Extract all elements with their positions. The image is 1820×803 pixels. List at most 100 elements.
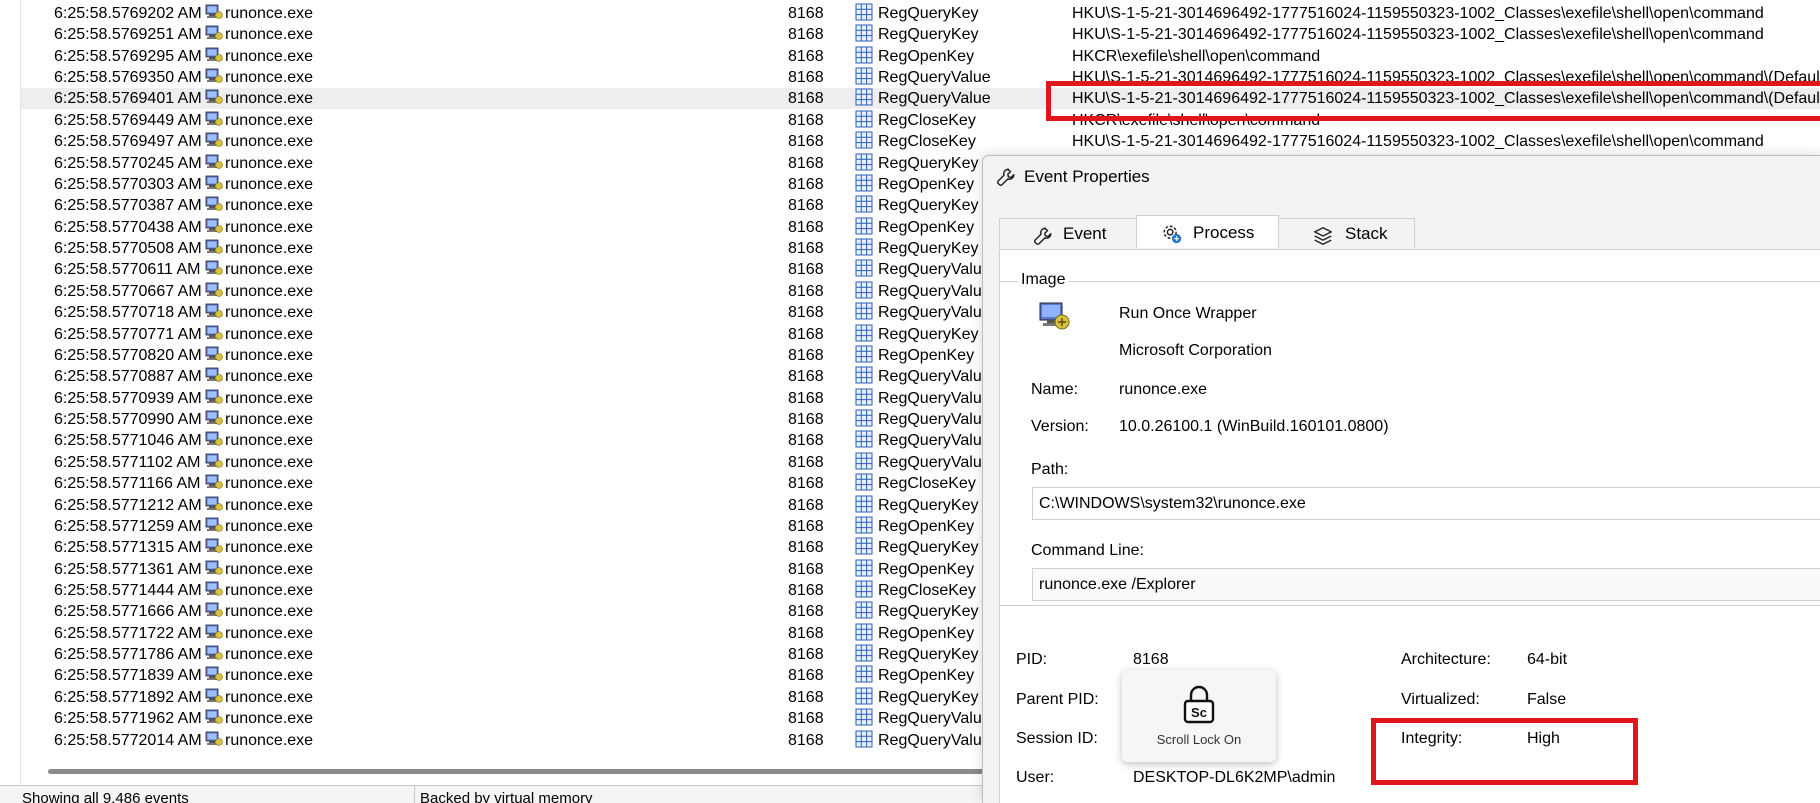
cell-time: 6:25:58.5770939 AM (54, 389, 202, 407)
cell-process-name: runonce.exe (225, 539, 314, 557)
cell-process-name: runonce.exe (225, 624, 314, 642)
cell-path: HKCR\exefile\shell\open\command (1072, 111, 1321, 129)
cell-pid: 8168 (788, 325, 824, 343)
cell-process-name: runonce.exe (225, 389, 314, 407)
cell-process: runonce.exe (205, 302, 505, 323)
horizontal-scrollbar[interactable] (22, 764, 1008, 778)
cell-pid: 8168 (788, 154, 824, 172)
cell-pid: 8168 (788, 175, 824, 193)
cell-operation-name: RegQueryValue (878, 368, 991, 386)
cell-time: 6:25:58.5772014 AM (54, 731, 202, 749)
cell-operation-name: RegOpenKey (878, 218, 975, 236)
scroll-lock-label: Scroll Lock On (1156, 732, 1242, 747)
cell-time: 6:25:58.5770387 AM (54, 197, 202, 215)
cell-process: runonce.exe (205, 452, 505, 473)
cell-time: 6:25:58.5770245 AM (54, 154, 202, 172)
cell-process: runonce.exe (205, 559, 505, 580)
table-row[interactable]: 6:25:58.5769401 AM runonce.exe 8168 RegQuer… (21, 88, 1820, 110)
command-line-field[interactable]: runonce.exe /Explorer (1032, 568, 1820, 601)
cell-pid: 8168 (788, 133, 824, 151)
tab-process[interactable]: Process (1136, 215, 1279, 248)
cell-process: runonce.exe (205, 665, 505, 686)
registry-icon (855, 644, 873, 662)
table-row[interactable]: 6:25:58.5769497 AM runonce.exe 8168 RegClos… (21, 131, 1820, 152)
cell-pid: 8168 (788, 411, 824, 429)
table-row[interactable]: 6:25:58.5769295 AM runonce.exe 8168 RegOpen… (21, 46, 1820, 67)
virtualized-value: False (1527, 691, 1567, 708)
cell-operation: RegOpenKey (855, 46, 1055, 67)
wrench-icon (1033, 227, 1052, 246)
cell-time: 6:25:58.5771666 AM (54, 603, 202, 621)
cell-time: 6:25:58.5771892 AM (54, 688, 202, 706)
user-label: User: (1016, 769, 1055, 786)
process-icon (205, 195, 223, 213)
table-row[interactable]: 6:25:58.5769202 AM runonce.exe 8168 RegQuer… (21, 3, 1820, 24)
cell-process-name: runonce.exe (225, 368, 314, 386)
cell-process-name: runonce.exe (225, 47, 314, 65)
cell-operation-name: RegQueryKey (878, 539, 979, 557)
tab-event-label: Event (1063, 224, 1107, 243)
cell-time: 6:25:58.5770438 AM (54, 218, 202, 236)
tab-event[interactable]: Event (999, 218, 1137, 248)
cell-operation-name: RegQueryKey (878, 688, 979, 706)
architecture-label: Architecture: (1401, 651, 1491, 668)
cell-process-name: runonce.exe (225, 5, 314, 22)
cell-process: runonce.exe (205, 601, 505, 622)
image-company: Microsoft Corporation (1119, 342, 1272, 359)
cell-time: 6:25:58.5770771 AM (54, 325, 202, 343)
cell-pid: 8168 (788, 710, 824, 728)
process-icon (205, 623, 223, 641)
cell-path: HKU\S-1-5-21-3014696492-1777516024-11595… (1072, 5, 1764, 22)
dialog-titlebar[interactable]: Event Properties (983, 156, 1820, 198)
cell-pid: 8168 (788, 282, 824, 300)
cell-operation-name: RegQueryValue (878, 282, 991, 300)
cell-process-name: runonce.exe (225, 133, 314, 151)
process-icon (205, 730, 223, 748)
process-icon (205, 259, 223, 277)
cell-time: 6:25:58.5771315 AM (54, 539, 202, 557)
cell-process: runonce.exe (205, 238, 505, 259)
cell-pid: 8168 (788, 261, 824, 279)
scroll-lock-indicator: Sc Scroll Lock On (1122, 670, 1276, 762)
parent-pid-label: Parent PID: (1016, 691, 1099, 708)
horizontal-scrollbar-thumb[interactable] (48, 769, 1008, 774)
cell-operation-name: RegQueryKey (878, 603, 979, 621)
registry-icon (855, 452, 873, 470)
cell-operation-name: RegQueryKey (878, 154, 979, 172)
cell-pid: 8168 (788, 560, 824, 578)
registry-icon (855, 708, 873, 726)
process-icon (205, 110, 223, 128)
cell-process: runonce.exe (205, 708, 505, 729)
process-icon (205, 665, 223, 683)
table-row[interactable]: 6:25:58.5769449 AM runonce.exe 8168 RegClos… (21, 110, 1820, 131)
cell-path: HKU\S-1-5-21-3014696492-1777516024-11595… (1072, 90, 1820, 108)
cell-time: 6:25:58.5769401 AM (54, 90, 202, 108)
user-value: DESKTOP-DL6K2MP\admin (1133, 769, 1336, 786)
cell-process-name: runonce.exe (225, 240, 314, 258)
cell-path: HKU\S-1-5-21-3014696492-1777516024-11595… (1072, 133, 1764, 151)
registry-icon (855, 537, 873, 555)
cell-time: 6:25:58.5771444 AM (54, 581, 202, 599)
wrench-icon (996, 168, 1015, 187)
cell-process-name: runonce.exe (225, 688, 314, 706)
cell-process: runonce.exe (205, 409, 505, 430)
table-row[interactable]: 6:25:58.5769350 AM runonce.exe 8168 RegQuer… (21, 67, 1820, 88)
table-row[interactable]: 6:25:58.5769251 AM runonce.exe 8168 RegQuer… (21, 24, 1820, 45)
path-field[interactable]: C:\WINDOWS\system32\runonce.exe (1032, 487, 1820, 520)
cell-process: runonce.exe (205, 473, 505, 494)
cell-operation-name: RegQueryValue (878, 411, 991, 429)
process-icon (205, 324, 223, 342)
cell-time: 6:25:58.5769449 AM (54, 111, 202, 129)
cell-process: runonce.exe (205, 580, 505, 601)
tab-stack[interactable]: Stack (1278, 218, 1415, 248)
pid-value: 8168 (1133, 651, 1169, 668)
cell-process: runonce.exe (205, 687, 505, 708)
process-icon (205, 687, 223, 705)
cell-process: runonce.exe (205, 388, 505, 409)
status-divider (414, 786, 415, 803)
registry-icon (855, 324, 873, 342)
cell-process-name: runonce.exe (225, 69, 314, 87)
cell-pid: 8168 (788, 517, 824, 535)
cell-operation: RegQueryValue (855, 67, 1055, 88)
cell-process: runonce.exe (205, 516, 505, 537)
